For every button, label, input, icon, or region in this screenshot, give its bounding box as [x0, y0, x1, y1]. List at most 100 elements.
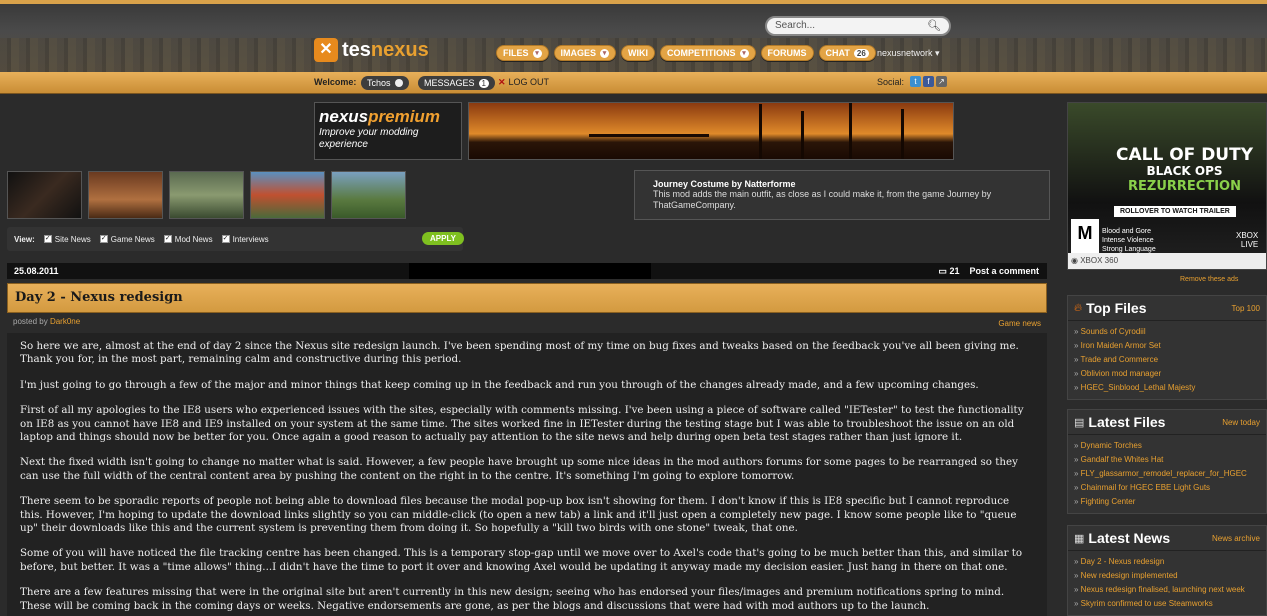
article-paragraph: So here we are, almost at the end of day… [20, 340, 1019, 366]
article-paragraph: Next the fixed width isn't going to chan… [20, 456, 1018, 482]
comment-count[interactable]: ▭ 21 [938, 266, 959, 277]
article-paragraph: There are a few features missing that we… [20, 586, 1005, 612]
palm-silhouette [849, 103, 852, 159]
article-paragraph: There seem to be sporadic reports of peo… [20, 495, 1017, 535]
checkbox-checked-icon: ✓ [43, 235, 52, 243]
social-label: Social: [877, 77, 905, 87]
apply-button[interactable]: APPLY [422, 232, 464, 245]
nav-competitions[interactable]: COMPETITIONS ▾ [660, 45, 756, 61]
list-item[interactable]: Oblivion mod manager [1074, 367, 1260, 381]
list-item[interactable]: New redesign implemented [1074, 569, 1260, 583]
list-item[interactable]: Gandalf the Whites Hat [1074, 453, 1260, 467]
nav-wiki[interactable]: WIKI [621, 45, 656, 61]
premium-banner[interactable]: nexuspremium Improve your modding experi… [314, 102, 462, 160]
comment-icon: ▭ [938, 265, 947, 276]
filter-interviews[interactable]: ✓ Interviews [221, 235, 269, 244]
latest-files-box: ▤ Latest Files New today Dynamic Torches… [1067, 409, 1267, 514]
user-bar: Welcome: Tchos MESSAGES 1 ✕ LOG OUT Social… [0, 72, 1267, 94]
thumbnail-image[interactable] [7, 171, 82, 219]
article-body: So here we are, almost at the end of day… [7, 333, 1047, 616]
article-title[interactable]: Day 2 - Nexus redesign [15, 290, 1039, 305]
list-item[interactable]: HGEC_Sinblood_Lethal Majesty [1074, 381, 1260, 395]
news-archive-link[interactable]: News archive [1212, 534, 1260, 543]
nav-forums[interactable]: FORUMS [760, 45, 814, 61]
nav-chat[interactable]: CHAT 26 [818, 45, 876, 61]
thumbnail-image[interactable] [169, 171, 244, 219]
xbox-360-bar: ◉ XBOX 360 [1068, 253, 1266, 269]
thumbnail-image[interactable] [331, 171, 406, 219]
list-item[interactable]: Trade and Commerce [1074, 353, 1260, 367]
list-item[interactable]: Day 2 - Nexus redesign [1074, 555, 1260, 569]
palm-silhouette [801, 111, 804, 159]
thumbnail-image[interactable] [250, 171, 325, 219]
list-item[interactable]: Dynamic Torches [1074, 439, 1260, 453]
search-icon[interactable]: 🔍︎ [927, 19, 941, 32]
chevron-down-icon: ▾ [532, 48, 542, 58]
chevron-down-icon: ▾ [935, 48, 940, 58]
list-item[interactable]: Nexus redesign finalised, launching next… [1074, 583, 1260, 597]
article-date-bar: 25.08.2011 ▭ 21 Post a comment [7, 263, 1047, 279]
author-link[interactable]: Dark0ne [50, 317, 80, 326]
checkbox-checked-icon: ✓ [221, 235, 230, 243]
category-link[interactable]: Game news [998, 319, 1041, 328]
checkbox-checked-icon: ✓ [99, 235, 108, 243]
messages-count-badge: 1 [478, 78, 489, 88]
filter-game-news[interactable]: ✓ Game News [99, 235, 155, 244]
esrb-rating-icon: M [1071, 219, 1099, 255]
premium-tagline: Improve your modding experience [319, 127, 419, 150]
featured-mod-caption[interactable]: Journey Costume by Natterforme This mod … [634, 170, 1050, 220]
featured-mod-description: This mod adds the main outfit, as close … [653, 189, 992, 210]
nexusnetwork-menu[interactable]: nexusnetwork ▾ [877, 48, 940, 59]
messages-button[interactable]: MESSAGES 1 [418, 76, 495, 90]
premium-brand: nexuspremium [319, 107, 440, 126]
facebook-icon[interactable]: f [923, 76, 934, 87]
featured-mod-title: Journey Costume by Natterforme [653, 179, 796, 189]
remove-ads-link[interactable]: Remove these ads [1180, 276, 1238, 283]
view-filter-bar: View: ✓ Site News ✓ Game News ✓ Mod News ✓ I… [7, 227, 464, 251]
logout-link[interactable]: ✕ LOG OUT [498, 77, 549, 88]
file-icon: ▤ [1074, 416, 1085, 429]
list-item[interactable]: Sounds of Cyrodiil [1074, 325, 1260, 339]
twitter-icon[interactable]: t [910, 76, 921, 87]
list-item[interactable]: Skyrim confirmed to use Steamworks [1074, 597, 1260, 611]
nav-files[interactable]: FILES ▾ [496, 45, 549, 61]
new-today-link[interactable]: New today [1222, 418, 1260, 427]
list-item[interactable]: Fighting Center [1074, 495, 1260, 509]
search-input[interactable]: Search... 🔍︎ [765, 16, 951, 36]
date-bar-decoration [409, 263, 651, 279]
share-icon[interactable]: ↗ [936, 76, 947, 87]
xbox-live-logo: XBOX LIVE [1236, 231, 1259, 249]
latest-news-title: Latest News [1088, 530, 1171, 546]
news-icon: ▦ [1074, 532, 1085, 545]
close-icon: ✕ [498, 77, 506, 87]
posted-by-label: posted by [13, 317, 48, 326]
sidebar-advertisement[interactable]: CALL OF DUTY BLACK OPS REZURRECTION ROLL… [1067, 102, 1267, 270]
logo-text-tes: tes [342, 38, 371, 61]
list-item[interactable]: FLY_glassarmor_remodel_replacer_for_HGEC [1074, 467, 1260, 481]
latest-news-box: ▦ Latest News News archive Day 2 - Nexus… [1067, 525, 1267, 616]
flame-icon: 🔥︎ [1074, 301, 1083, 314]
article-paragraph: Some of you will have noticed the file t… [20, 547, 1023, 573]
search-placeholder: Search... [775, 20, 816, 31]
site-logo[interactable]: ✕ tes nexus [314, 38, 429, 62]
nav-images[interactable]: IMAGES ▾ [553, 45, 617, 61]
xbox-icon: ◉ [1071, 256, 1078, 265]
thumbnail-image[interactable] [88, 171, 163, 219]
header-banner-image [468, 102, 954, 160]
filter-mod-news[interactable]: ✓ Mod News [163, 235, 213, 244]
list-item[interactable]: Iron Maiden Armor Set [1074, 339, 1260, 353]
filter-site-news[interactable]: ✓ Site News [43, 235, 91, 244]
article-title-bar: Day 2 - Nexus redesign [7, 283, 1047, 313]
latest-files-title: Latest Files [1088, 414, 1166, 430]
ad-trailer-button[interactable]: ROLLOVER TO WATCH TRAILER [1114, 206, 1236, 217]
user-menu-button[interactable]: Tchos [361, 76, 409, 90]
chevron-down-icon [394, 79, 403, 87]
checkbox-checked-icon: ✓ [163, 235, 172, 243]
post-comment-link[interactable]: Post a comment [969, 266, 1039, 277]
rating-descriptors: Blood and Gore Intense Violence Strong L… [1102, 228, 1156, 253]
main-nav: FILES ▾ IMAGES ▾ WIKI COMPETITIONS ▾ FORUMS… [496, 45, 876, 61]
social-icons: t f ↗ [910, 76, 947, 87]
top-100-link[interactable]: Top 100 [1232, 304, 1260, 313]
article-date: 25.08.2011 [14, 266, 59, 276]
list-item[interactable]: Chainmail for HGEC EBE Light Guts [1074, 481, 1260, 495]
